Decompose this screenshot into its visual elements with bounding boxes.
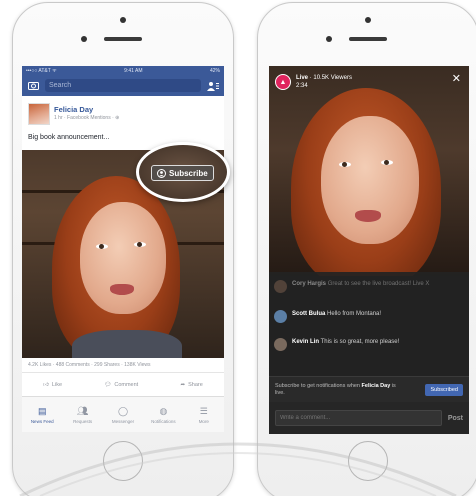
subject-face bbox=[321, 116, 419, 244]
tab-messenger[interactable]: ◯ Messenger bbox=[103, 397, 143, 432]
facebook-feed-screen: •••○○ AT&T ᯤ 9:41 AM 42% Search Felicia … bbox=[22, 66, 224, 432]
subscribe-button[interactable]: Subscribe bbox=[151, 165, 214, 181]
menu-icon: ☰ bbox=[199, 405, 208, 416]
post-actions: 👍︎ Like 💬︎ Comment ➦ Share bbox=[22, 372, 224, 396]
avatar bbox=[274, 338, 287, 351]
home-button[interactable] bbox=[103, 441, 143, 481]
eye bbox=[339, 162, 351, 167]
subject-shirt bbox=[72, 330, 182, 358]
tab-label: Notifications bbox=[151, 418, 176, 424]
share-label: Share bbox=[188, 381, 203, 388]
subject-face bbox=[80, 202, 166, 314]
like-label: Like bbox=[51, 381, 63, 388]
avatar bbox=[274, 310, 287, 323]
comment-item: Cory Hargis Great to see the live broadc… bbox=[274, 280, 464, 293]
post-text: Big book announcement... bbox=[28, 134, 110, 141]
live-comments: Cory Hargis Great to see the live broadc… bbox=[269, 272, 469, 376]
notice-prefix: Subscribe to get notifications when bbox=[275, 382, 360, 389]
messenger-icon: ◯ bbox=[117, 405, 129, 416]
comment-text: Hello from Montana! bbox=[327, 311, 382, 317]
sensor-dot bbox=[120, 17, 126, 23]
live-broadcast-screen: ▲ Live · 10.5K Viewers 2:34 ✕ Cory Hargi… bbox=[269, 66, 469, 434]
live-broadcast-icon: ▲ bbox=[275, 74, 291, 90]
camera-icon[interactable] bbox=[27, 80, 39, 92]
comment-bubble-icon: 💬︎ bbox=[104, 381, 112, 388]
tab-notifications[interactable]: ◍ Notifications bbox=[143, 397, 183, 432]
user-icon bbox=[157, 168, 166, 178]
tab-requests[interactable]: 👥︎ Requests bbox=[62, 397, 102, 432]
share-arrow-icon: ➦ bbox=[180, 381, 186, 388]
home-button[interactable] bbox=[348, 441, 388, 481]
mouth bbox=[355, 210, 381, 222]
status-bar: •••○○ AT&T ᯤ 9:41 AM 42% bbox=[22, 66, 224, 75]
avatar[interactable] bbox=[28, 103, 50, 125]
share-button[interactable]: ➦ Share bbox=[181, 382, 203, 388]
post-stats: 4.2K Likes · 488 Comments · 299 Shares ·… bbox=[22, 358, 224, 372]
front-camera bbox=[81, 36, 87, 42]
earpiece-speaker bbox=[104, 37, 142, 41]
comment-item: Kevin Lin This is so great, more please! bbox=[274, 338, 464, 351]
front-camera bbox=[326, 36, 332, 42]
viewer-count: 10.5K Viewers bbox=[313, 75, 352, 81]
comment-label: Comment bbox=[114, 381, 139, 388]
globe-icon: ◍ bbox=[159, 405, 168, 416]
thumbs-up-icon: 👍︎ bbox=[43, 381, 49, 388]
tab-more[interactable]: ☰ More bbox=[184, 397, 224, 432]
avatar bbox=[274, 280, 287, 293]
eye bbox=[96, 244, 108, 249]
like-button[interactable]: 👍︎ Like bbox=[43, 382, 62, 388]
post-meta: 1 hr · Facebook Mentions · ⊕ bbox=[54, 115, 120, 121]
close-icon[interactable]: ✕ bbox=[452, 72, 461, 85]
subscribe-label: Subscribe bbox=[169, 168, 208, 178]
sensor-dot bbox=[365, 17, 371, 23]
tab-label: More bbox=[198, 418, 209, 424]
bottom-tab-bar: ▤ News Feed 👥︎ Requests ◯ Messenger ◍ No… bbox=[22, 396, 224, 432]
live-header: ▲ Live · 10.5K Viewers 2:34 bbox=[275, 74, 352, 90]
tab-label: News Feed bbox=[30, 418, 54, 424]
friends-icon: 👥︎ bbox=[76, 405, 89, 416]
top-nav-bar: Search bbox=[22, 75, 224, 96]
earpiece-speaker bbox=[349, 37, 387, 41]
tab-label: Requests bbox=[73, 418, 93, 424]
subscribed-button[interactable]: Subscribed bbox=[425, 383, 463, 396]
notice-text: Subscribe to get notifications when Feli… bbox=[275, 383, 405, 397]
subscribe-notice: Subscribe to get notifications when Feli… bbox=[269, 376, 469, 402]
live-badge: Live bbox=[296, 75, 309, 81]
eye bbox=[134, 242, 146, 247]
carrier-label: •••○○ AT&T ᯤ bbox=[26, 67, 57, 74]
battery-label: 42% bbox=[209, 67, 220, 74]
mouth bbox=[110, 284, 134, 295]
comment-input[interactable] bbox=[275, 410, 442, 426]
post-button[interactable]: Post bbox=[448, 415, 463, 422]
live-duration: 2:34 bbox=[296, 83, 308, 89]
notice-name: Felicia Day bbox=[361, 382, 391, 389]
commenter-name: Kevin Lin bbox=[292, 339, 320, 345]
friends-online-icon[interactable] bbox=[207, 80, 219, 92]
comment-button[interactable]: 💬︎ Comment bbox=[104, 382, 138, 388]
live-info: Live · 10.5K Viewers 2:34 bbox=[296, 75, 352, 89]
eye bbox=[381, 160, 393, 165]
search-input[interactable]: Search bbox=[45, 79, 201, 92]
live-video-fullscreen[interactable] bbox=[269, 66, 469, 276]
commenter-name: Cory Hargis bbox=[292, 281, 327, 287]
tab-news-feed[interactable]: ▤ News Feed bbox=[22, 397, 62, 432]
commenter-name: Scott Bulua bbox=[292, 311, 326, 317]
comment-composer: Post bbox=[269, 402, 469, 434]
subscribe-zoom-callout: Subscribe bbox=[136, 142, 230, 202]
news-feed-icon: ▤ bbox=[37, 405, 47, 416]
post-author[interactable]: Felicia Day bbox=[54, 105, 93, 114]
tab-label: Messenger bbox=[111, 418, 135, 424]
comment-text: This is so great, more please! bbox=[320, 339, 400, 345]
comment-item: Scott Bulua Hello from Montana! bbox=[274, 310, 464, 323]
clock: 9:41 AM bbox=[124, 67, 143, 74]
comment-text: Great to see the live broadcast! Live X bbox=[327, 281, 430, 287]
